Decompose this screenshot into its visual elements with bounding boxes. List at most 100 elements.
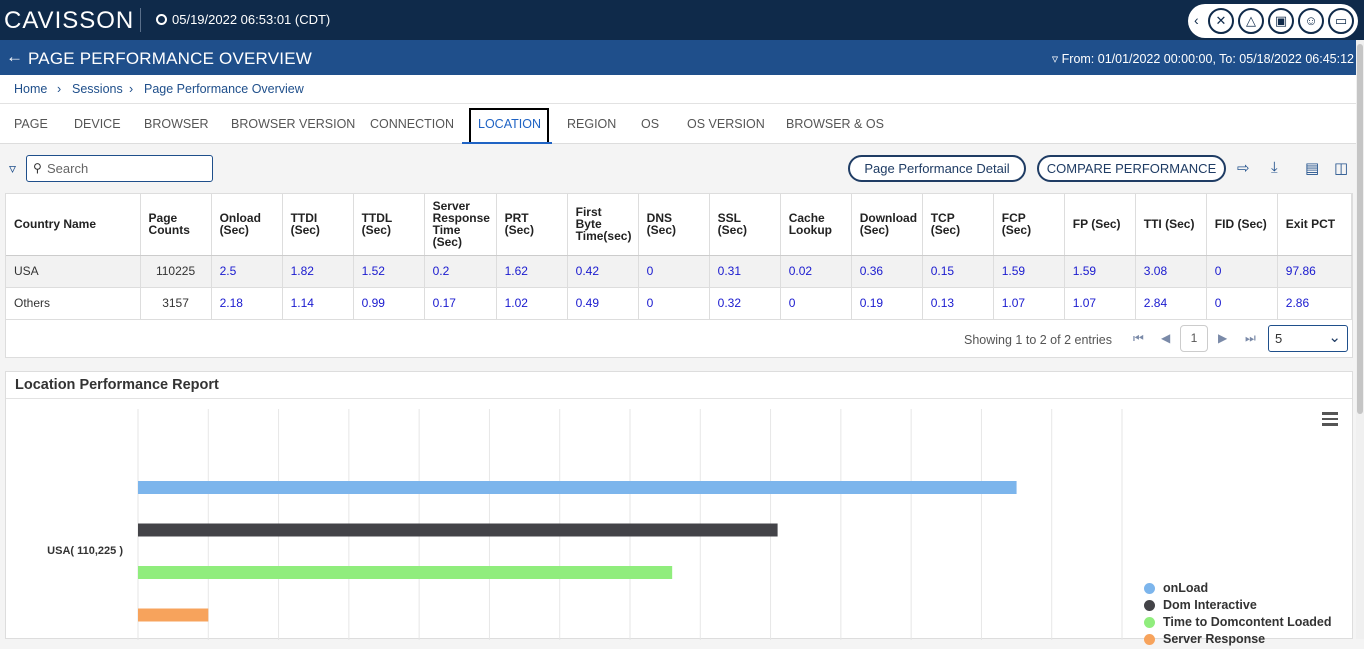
search-input[interactable]: [47, 160, 207, 177]
table-toolbar: ▿ ⚲ Page Performance Detail COMPARE PERF…: [0, 144, 1364, 192]
column-header[interactable]: Cache Lookup: [780, 194, 852, 256]
table-cell-link[interactable]: 1.62: [496, 255, 568, 288]
tab-os[interactable]: OS: [641, 117, 659, 131]
tab-browser[interactable]: BROWSER: [144, 117, 209, 131]
search-table-icon[interactable]: ▤: [1305, 159, 1319, 177]
tab-browser-os[interactable]: BROWSER & OS: [786, 117, 884, 131]
table-cell-link[interactable]: 0: [638, 255, 710, 288]
cavisson-logo[interactable]: CAVISSON: [4, 7, 134, 35]
table-cell-link[interactable]: 0.31: [709, 255, 781, 288]
table-row[interactable]: Others 3157 2.18 1.14 0.99 0.17 1.02 0.4…: [6, 287, 1353, 320]
table-cell-link[interactable]: 2.86: [1277, 287, 1353, 320]
current-page[interactable]: 1: [1180, 325, 1208, 352]
column-header[interactable]: TTDI (Sec): [282, 194, 354, 256]
tools-icon[interactable]: ✕: [1208, 8, 1234, 34]
table-cell-link[interactable]: 1.59: [1064, 255, 1136, 288]
table-cell-link[interactable]: 0: [1206, 287, 1278, 320]
column-header[interactable]: TCP (Sec): [922, 194, 994, 256]
filter-icon[interactable]: ▿: [9, 160, 16, 177]
tab-browser-version[interactable]: BROWSER VERSION: [231, 117, 355, 131]
table-cell-link[interactable]: 1.52: [353, 255, 425, 288]
compare-performance-button[interactable]: COMPARE PERFORMANCE: [1037, 155, 1226, 182]
table-cell-link[interactable]: 2.84: [1135, 287, 1207, 320]
table-cell-link[interactable]: 0.13: [922, 287, 994, 320]
bell-icon[interactable]: △: [1238, 8, 1264, 34]
download-icon[interactable]: ⤓: [1271, 159, 1278, 176]
breadcrumb-sessions[interactable]: Sessions: [72, 82, 123, 96]
columns-icon[interactable]: ◫: [1334, 159, 1348, 177]
tab-page[interactable]: PAGE: [14, 117, 48, 131]
table-cell-link[interactable]: 0.49: [567, 287, 639, 320]
legend-item[interactable]: Server Response: [1144, 632, 1332, 649]
page-performance-detail-button[interactable]: Page Performance Detail: [848, 155, 1026, 182]
monitor-icon[interactable]: ▣: [1268, 8, 1294, 34]
table-cell-link[interactable]: 0.42: [567, 255, 639, 288]
table-cell-link[interactable]: 1.02: [496, 287, 568, 320]
column-header[interactable]: Exit PCT: [1277, 194, 1353, 256]
column-header[interactable]: FP (Sec): [1064, 194, 1136, 256]
first-page-icon[interactable]: ⏮: [1133, 331, 1144, 346]
last-page-icon[interactable]: ⏭: [1245, 331, 1256, 346]
column-header[interactable]: SSL (Sec): [709, 194, 781, 256]
table-cell-link[interactable]: 0.17: [424, 287, 497, 320]
legend-item[interactable]: Time to Domcontent Loaded: [1144, 615, 1332, 632]
table-cell-link[interactable]: 1.82: [282, 255, 354, 288]
prev-page-icon[interactable]: ◀: [1161, 331, 1170, 345]
table-cell-link[interactable]: 0: [780, 287, 852, 320]
table-cell-link[interactable]: 0.19: [851, 287, 923, 320]
table-cell-link[interactable]: 0.99: [353, 287, 425, 320]
table-row[interactable]: USA 110225 2.5 1.82 1.52 0.2 1.62 0.42 0…: [6, 255, 1353, 288]
page-scrollbar[interactable]: [1356, 40, 1364, 639]
bar-onload[interactable]: [138, 481, 1017, 494]
screen-icon[interactable]: ▭: [1328, 8, 1354, 34]
column-header[interactable]: Onload (Sec): [211, 194, 283, 256]
column-header[interactable]: Server Response Time (Sec): [424, 194, 497, 256]
table-cell-link[interactable]: 1.07: [1064, 287, 1136, 320]
table-cell-link[interactable]: 0.32: [709, 287, 781, 320]
table-cell-link[interactable]: 3.08: [1135, 255, 1207, 288]
tab-device[interactable]: DEVICE: [74, 117, 121, 131]
divider: [140, 8, 141, 32]
table-cell-link[interactable]: 0: [1206, 255, 1278, 288]
column-header[interactable]: TTI (Sec): [1135, 194, 1207, 256]
bar-time-to-domcontent-loaded[interactable]: [138, 566, 673, 579]
table-cell-link[interactable]: 2.18: [211, 287, 283, 320]
column-header[interactable]: FID (Sec): [1206, 194, 1278, 256]
back-arrow-icon[interactable]: ←: [6, 47, 23, 67]
table-cell-link[interactable]: 1.59: [993, 255, 1065, 288]
legend-item[interactable]: Dom Interactive: [1144, 598, 1332, 615]
breadcrumb-home[interactable]: Home: [14, 82, 47, 96]
scrollbar-thumb[interactable]: [1357, 44, 1363, 414]
next-page-icon[interactable]: ▶: [1218, 331, 1227, 345]
chevron-left-icon[interactable]: ‹: [1194, 12, 1199, 28]
export-icon[interactable]: ⇨: [1237, 159, 1250, 177]
tab-os-version[interactable]: OS VERSION: [687, 117, 765, 131]
bar-dom-interactive[interactable]: [138, 523, 778, 537]
chart-menu-icon[interactable]: [1322, 412, 1338, 426]
tab-region[interactable]: REGION: [567, 117, 616, 131]
column-header[interactable]: DNS (Sec): [638, 194, 710, 256]
page-size-select[interactable]: 5 ⌄: [1268, 325, 1348, 352]
table-cell-link[interactable]: 1.07: [993, 287, 1065, 320]
column-header[interactable]: PRT (Sec): [496, 194, 568, 256]
column-header[interactable]: TTDL (Sec): [353, 194, 425, 256]
legend-item[interactable]: onLoad: [1144, 581, 1332, 598]
table-cell-link[interactable]: 0.36: [851, 255, 923, 288]
column-header[interactable]: First Byte Time(sec): [567, 194, 639, 256]
top-bar: CAVISSON 05/19/2022 06:53:01 (CDT) ‹ ✕ △…: [0, 0, 1364, 40]
bar-server-response[interactable]: [138, 608, 209, 622]
date-range-filter[interactable]: ▿ From: 01/01/2022 00:00:00, To: 05/18/2…: [1052, 51, 1354, 66]
column-header[interactable]: Download (Sec): [851, 194, 923, 256]
table-cell-link[interactable]: 0.15: [922, 255, 994, 288]
user-icon[interactable]: ☺: [1298, 8, 1324, 34]
tab-connection[interactable]: CONNECTION: [370, 117, 454, 131]
table-cell-link[interactable]: 0: [638, 287, 710, 320]
table-cell-link[interactable]: 0.2: [424, 255, 497, 288]
column-header[interactable]: Page Counts: [140, 194, 212, 256]
table-cell-link[interactable]: 0.02: [780, 255, 852, 288]
table-cell-link[interactable]: 2.5: [211, 255, 283, 288]
table-cell-link[interactable]: 1.14: [282, 287, 354, 320]
table-cell-link[interactable]: 97.86: [1277, 255, 1353, 288]
column-header[interactable]: FCP (Sec): [993, 194, 1065, 256]
column-header[interactable]: Country Name: [6, 194, 141, 256]
